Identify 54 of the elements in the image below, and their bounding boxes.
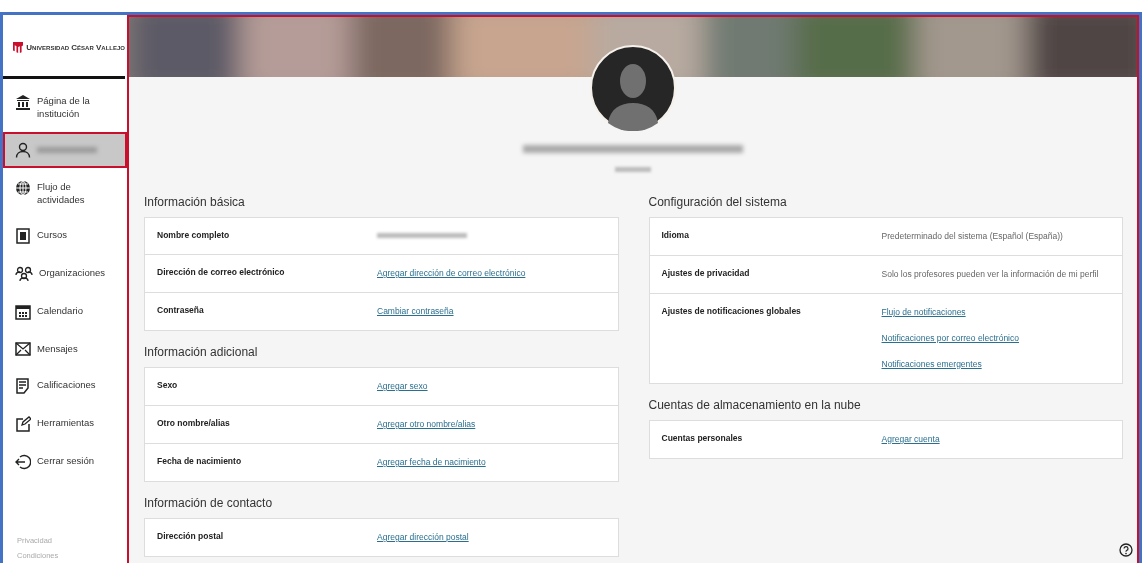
field-label: Otro nombre/alias — [157, 418, 231, 430]
section-title: Información de contacto — [144, 496, 274, 510]
field-label: Contraseña — [157, 305, 205, 317]
person-icon — [15, 142, 31, 158]
calendar-icon — [15, 304, 31, 320]
document-icon — [15, 378, 31, 394]
field-link[interactable]: Agregar otro nombre/alias — [377, 418, 476, 431]
field-label: Idioma — [661, 230, 690, 242]
field-label: Cuentas personales — [661, 433, 744, 445]
sidebar-item[interactable]: Calendario — [3, 294, 127, 330]
help-icon[interactable] — [1119, 543, 1133, 557]
field-label: Nombre completo — [157, 230, 231, 242]
envelope-icon — [15, 342, 31, 356]
field-link[interactable]: Agregar dirección postal — [377, 531, 469, 544]
field-link[interactable]: Agregar sexo — [377, 380, 428, 393]
sidebar-item[interactable]: Organizaciones — [3, 256, 127, 292]
field-link[interactable]: Agregar cuenta — [881, 433, 940, 446]
field-label: Ajustes de notificaciones globales — [661, 306, 802, 318]
field-link[interactable]: Notificaciones por correo electrónico — [881, 332, 1019, 345]
people-icon — [15, 266, 33, 282]
institution-icon — [15, 94, 31, 110]
blurred-text — [37, 147, 97, 153]
avatar-icon — [590, 45, 676, 131]
field-link[interactable]: Cambiar contraseña — [377, 305, 454, 318]
field-label: Dirección postal — [157, 531, 225, 543]
field-label: Dirección de correo electrónico — [157, 267, 286, 279]
sidebar-item[interactable]: Página de la institución — [3, 84, 127, 130]
section-title: Configuración del sistema — [648, 195, 788, 209]
section-title: Cuentas de almacenamiento en la nube — [648, 398, 862, 412]
blurred-text — [615, 167, 651, 172]
sidebar-item[interactable]: Mensajes — [3, 332, 127, 366]
sidebar-item[interactable]: Cerrar sesión — [3, 444, 127, 480]
logo-icon — [13, 41, 24, 54]
sidebar-item[interactable] — [3, 132, 127, 168]
globe-icon — [15, 180, 31, 196]
field-link[interactable]: Agregar fecha de nacimiento — [377, 456, 486, 469]
edit-icon — [15, 416, 31, 432]
field-label: Sexo — [157, 380, 179, 392]
sidebar-item[interactable]: Herramientas — [3, 406, 127, 442]
sidebar-item[interactable]: Calificaciones — [3, 368, 127, 404]
book-icon — [15, 228, 31, 244]
field-link[interactable]: Agregar dirección de correo electrónico — [377, 267, 526, 280]
field-value: Solo los profesores pueden ver la información de mi perfil — [881, 268, 1100, 281]
sidebar-item[interactable]: Flujo de actividades — [3, 170, 127, 216]
field-label: Fecha de nacimiento — [157, 456, 243, 468]
field-label: Ajustes de privacidad — [661, 268, 751, 280]
logo-text: Universidad César Vallejo — [26, 43, 125, 52]
sidebar-item[interactable]: Cursos — [3, 218, 127, 254]
sign-out-icon — [15, 454, 31, 470]
field-value: Predeterminado del sistema (Español (España)) — [881, 230, 1064, 243]
section-title: Información básica — [144, 195, 246, 209]
field-link[interactable]: Notificaciones emergentes — [881, 358, 982, 371]
field-link[interactable]: Flujo de notificaciones — [881, 306, 966, 319]
section-title: Información adicional — [144, 345, 259, 359]
